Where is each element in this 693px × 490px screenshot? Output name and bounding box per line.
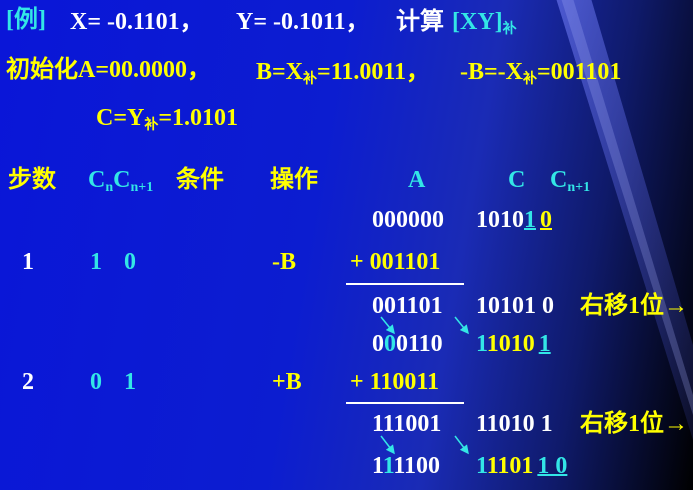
sum2-c: 11010 1 bbox=[476, 411, 553, 437]
shift-label-2: 右移1位→ bbox=[580, 411, 688, 437]
step1-num: 1 bbox=[22, 249, 34, 275]
header-cn-cn1: CnCn+1 bbox=[88, 167, 154, 195]
example-tag: [例] bbox=[6, 7, 46, 33]
step1-cn1: 0 bbox=[124, 249, 136, 275]
shift-label-1: 右移1位→ bbox=[580, 293, 688, 319]
init-c: 10101 0 bbox=[476, 207, 552, 233]
step2-op: +B bbox=[272, 369, 302, 395]
step2-addend: + 110011 bbox=[350, 369, 440, 395]
header-col-a: A bbox=[408, 167, 426, 193]
sum2-a: 111001 bbox=[372, 411, 442, 437]
sum1-divider bbox=[346, 283, 464, 285]
header-col-c: C bbox=[508, 167, 526, 193]
compute-label: 计算 bbox=[396, 9, 444, 35]
sum1-c: 10101 0 bbox=[476, 293, 554, 319]
header-condition: 条件 bbox=[176, 167, 224, 193]
sum2-divider bbox=[346, 402, 464, 404]
shift2-a: 111100 bbox=[372, 453, 441, 479]
shift2-c: 11101 1 0 bbox=[476, 453, 568, 479]
x-value: X= -0.1101， bbox=[70, 9, 204, 35]
step1-addend: + 001101 bbox=[350, 249, 441, 275]
init-label: 初始化A=00.0000， bbox=[6, 57, 212, 83]
shift1-arrow-c-icon bbox=[454, 316, 469, 335]
shift2-arrow-a-icon bbox=[380, 435, 395, 455]
step1-cn: 1 bbox=[90, 249, 102, 275]
step2-cn: 0 bbox=[90, 369, 102, 395]
init-a: 000000 bbox=[372, 207, 444, 233]
y-value: Y= -0.1011， bbox=[236, 9, 370, 35]
sum1-a: 001101 bbox=[372, 293, 443, 319]
b-value: B=X补=11.0011， bbox=[256, 59, 431, 87]
step2-num: 2 bbox=[22, 369, 34, 395]
shift2-arrow-c-icon bbox=[454, 435, 469, 455]
shift1-a: 000110 bbox=[372, 331, 443, 357]
neg-b-value: -B=-X补=001101 bbox=[460, 59, 622, 87]
c-value: C=Y补=1.0101 bbox=[96, 105, 239, 133]
header-operation: 操作 bbox=[270, 167, 318, 193]
shift1-c: 11010 1 bbox=[476, 331, 551, 357]
xy-complement: [XY]补 bbox=[452, 9, 517, 37]
step1-op: -B bbox=[272, 249, 296, 275]
step2-cn1: 1 bbox=[124, 369, 136, 395]
header-steps: 步数 bbox=[8, 167, 56, 193]
header-col-cn1: Cn+1 bbox=[550, 167, 591, 195]
